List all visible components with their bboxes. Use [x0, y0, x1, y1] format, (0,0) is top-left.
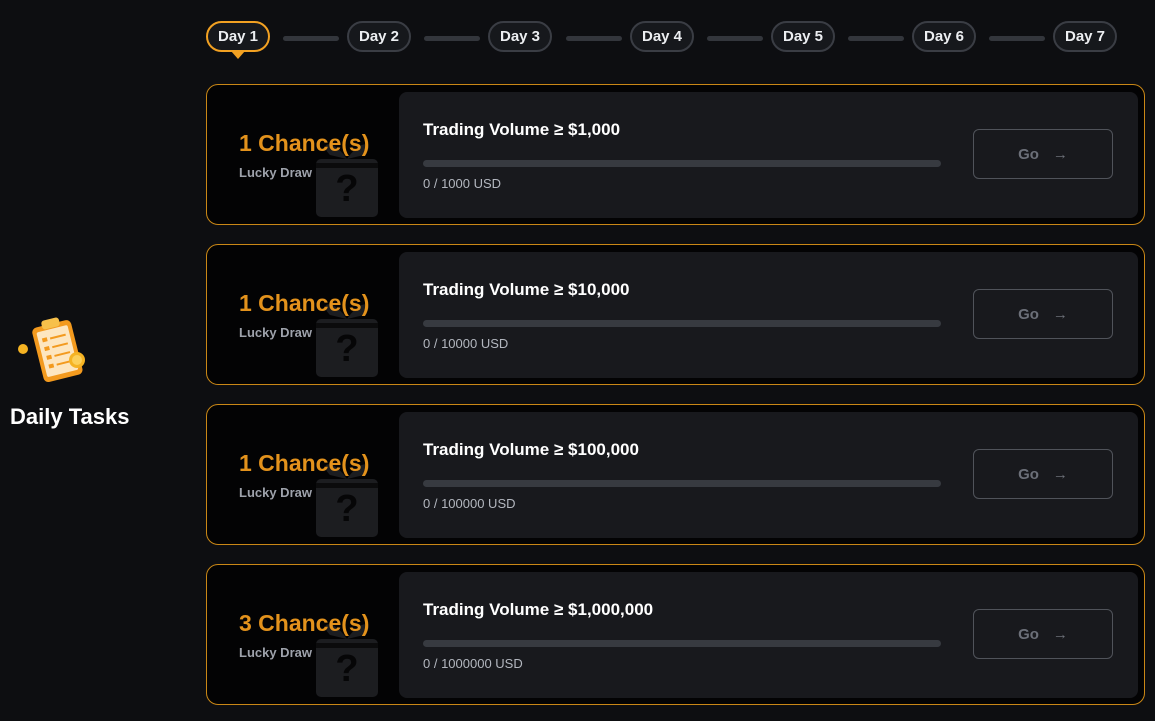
task-card: ? 1 Chance(s) Lucky Draw Trading Volume …	[206, 404, 1145, 545]
go-button[interactable]: Go →	[973, 449, 1113, 499]
task-details: Trading Volume ≥ $1,000 0 / 1000 USD Go …	[399, 92, 1138, 218]
day-tab-2[interactable]: Day 2	[347, 21, 411, 52]
progress-bar	[423, 480, 941, 487]
day-connector	[283, 36, 339, 41]
task-card: ? 3 Chance(s) Lucky Draw Trading Volume …	[206, 564, 1145, 705]
progress-text: 0 / 10000 USD	[423, 336, 509, 351]
reward-panel: ? 1 Chance(s) Lucky Draw	[207, 85, 399, 224]
day-connector	[424, 36, 480, 41]
clipboard-checklist-icon	[18, 317, 85, 383]
go-button-label: Go	[1018, 145, 1039, 163]
reward-type: Lucky Draw	[239, 325, 312, 340]
progress-text: 0 / 1000000 USD	[423, 656, 523, 671]
day-tab-6[interactable]: Day 6	[912, 21, 976, 52]
task-details: Trading Volume ≥ $10,000 0 / 10000 USD G…	[399, 252, 1138, 378]
reward-chances: 1 Chance(s)	[239, 130, 370, 156]
day-tab-3[interactable]: Day 3	[488, 21, 552, 52]
stepper-fade	[1115, 18, 1155, 58]
task-title: Trading Volume ≥ $100,000	[423, 440, 639, 459]
svg-text:?: ?	[335, 168, 358, 210]
day-stepper: Day 1 Day 2 Day 3 Day 4 Day 5 Day 6 Day …	[206, 21, 1126, 59]
reward-type: Lucky Draw	[239, 165, 312, 180]
task-card: ? 1 Chance(s) Lucky Draw Trading Volume …	[206, 84, 1145, 225]
progress-text: 0 / 1000 USD	[423, 176, 502, 191]
day-connector	[707, 36, 763, 41]
go-button[interactable]: Go →	[973, 609, 1113, 659]
section-header: Daily Tasks	[0, 0, 200, 721]
progress-text: 0 / 100000 USD	[423, 496, 516, 511]
page-title: Daily Tasks	[10, 404, 130, 429]
reward-panel: ? 3 Chance(s) Lucky Draw	[207, 565, 399, 704]
arrow-right-icon: →	[1052, 625, 1068, 643]
task-details: Trading Volume ≥ $100,000 0 / 100000 USD…	[399, 412, 1138, 538]
day-tab-7[interactable]: Day 7	[1053, 21, 1117, 52]
go-button[interactable]: Go →	[973, 129, 1113, 179]
progress-bar	[423, 640, 941, 647]
reward-chances: 1 Chance(s)	[239, 450, 370, 476]
arrow-right-icon: →	[1052, 145, 1068, 163]
progress-bar	[423, 320, 941, 327]
task-title: Trading Volume ≥ $1,000	[423, 120, 621, 139]
go-button-label: Go	[1018, 465, 1039, 483]
task-card: ? 1 Chance(s) Lucky Draw Trading Volume …	[206, 244, 1145, 385]
reward-panel: ? 1 Chance(s) Lucky Draw	[207, 245, 399, 384]
reward-type: Lucky Draw	[239, 645, 312, 660]
day-tab-1[interactable]: Day 1	[206, 21, 270, 59]
task-details: Trading Volume ≥ $1,000,000 0 / 1000000 …	[399, 572, 1138, 698]
day-tab-4[interactable]: Day 4	[630, 21, 694, 52]
go-button-label: Go	[1018, 305, 1039, 323]
task-title: Trading Volume ≥ $10,000	[423, 280, 630, 299]
arrow-right-icon: →	[1052, 305, 1068, 323]
progress-bar	[423, 160, 941, 167]
reward-type: Lucky Draw	[239, 485, 312, 500]
go-button-label: Go	[1018, 625, 1039, 643]
arrow-right-icon: →	[1052, 465, 1068, 483]
go-button[interactable]: Go →	[973, 289, 1113, 339]
reward-chances: 1 Chance(s)	[239, 290, 370, 316]
svg-text:?: ?	[335, 488, 358, 530]
day-tab-5[interactable]: Day 5	[771, 21, 835, 52]
reward-chances: 3 Chance(s)	[239, 610, 370, 636]
day-connector	[989, 36, 1045, 41]
day-connector	[566, 36, 622, 41]
svg-text:?: ?	[335, 648, 358, 690]
svg-text:?: ?	[335, 328, 358, 370]
day-connector	[848, 36, 904, 41]
task-title: Trading Volume ≥ $1,000,000	[423, 600, 654, 619]
reward-panel: ? 1 Chance(s) Lucky Draw	[207, 405, 399, 544]
